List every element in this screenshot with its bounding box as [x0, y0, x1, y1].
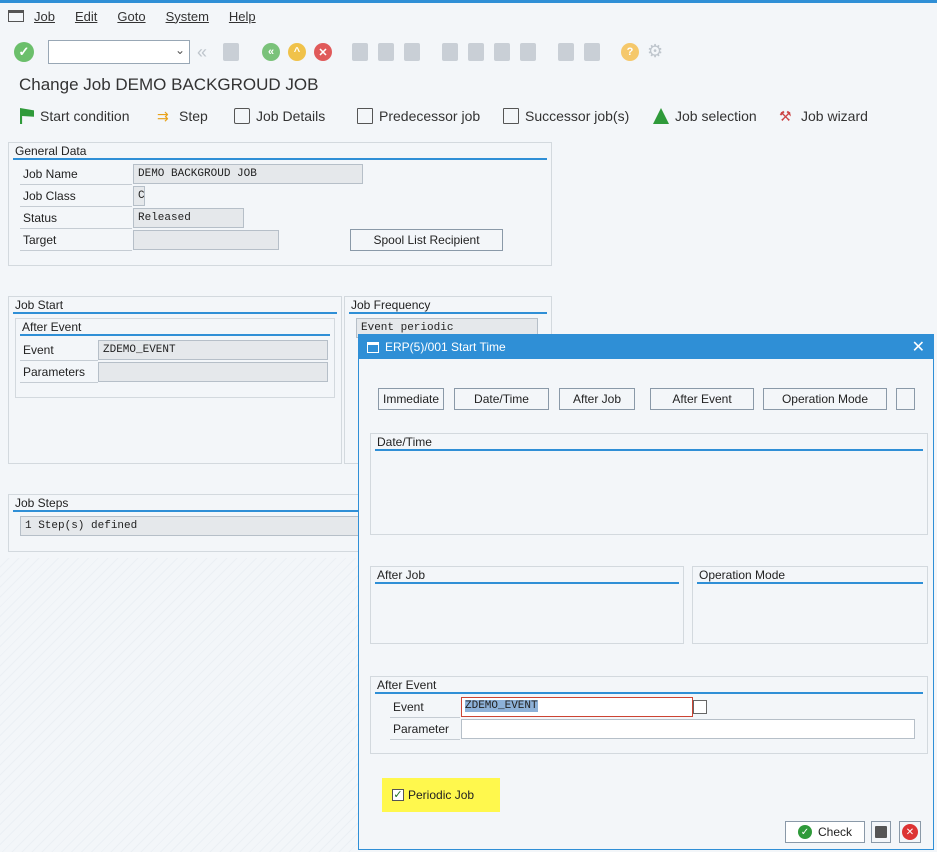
periodic-job-checkbox[interactable]: ✓: [392, 789, 404, 801]
job-name-label: Job Name: [20, 167, 132, 185]
after-event-header: After Event: [377, 678, 437, 692]
menu-goto[interactable]: Goto: [117, 9, 145, 24]
dialog-cancel-button[interactable]: ✕: [899, 821, 921, 843]
dialog-parameter-input[interactable]: [461, 719, 915, 739]
date-time-button[interactable]: Date/Time: [454, 388, 549, 410]
date-time-header: Date/Time: [377, 435, 432, 449]
details-icon: [234, 108, 250, 124]
start-condition-button[interactable]: Start condition: [20, 108, 130, 124]
save-icon: [875, 826, 887, 838]
dialog-parameter-label: Parameter: [390, 722, 460, 740]
after-event-subheader: After Event: [22, 320, 82, 334]
step-icon: ⇉: [157, 108, 169, 124]
parameters-label: Parameters: [20, 365, 98, 383]
event-label: Event: [20, 343, 98, 361]
job-selection-button[interactable]: Job selection: [653, 108, 757, 124]
after-event-button[interactable]: After Event: [650, 388, 754, 410]
job-wizard-button[interactable]: ⚒ Job wizard: [779, 108, 868, 124]
step-button[interactable]: ⇉ Step: [157, 108, 208, 124]
cancel-icon: ✕: [902, 824, 918, 840]
successor-jobs-button[interactable]: Successor job(s): [503, 108, 629, 124]
previous-page-icon[interactable]: [468, 43, 484, 61]
job-steps-field: 1 Step(s) defined: [20, 516, 368, 536]
job-details-button[interactable]: Job Details: [234, 108, 325, 124]
back-icon[interactable]: «: [262, 43, 280, 61]
wand-icon: ⚒: [779, 108, 792, 124]
operation-mode-button[interactable]: Operation Mode: [763, 388, 887, 410]
command-field[interactable]: ⌄: [48, 40, 190, 64]
spool-list-recipient-button[interactable]: Spool List Recipient: [350, 229, 503, 251]
first-page-icon[interactable]: [442, 43, 458, 61]
dialog-event-input[interactable]: ZDEMO_EVENT: [461, 697, 693, 717]
job-steps-header: Job Steps: [15, 496, 69, 510]
next-page-icon[interactable]: [494, 43, 510, 61]
window-icon: [367, 341, 379, 353]
dialog-title: ERP(5)/001 Start Time: [385, 340, 506, 354]
date-time-group: Date/Time: [370, 433, 928, 535]
flag-icon: [20, 108, 34, 124]
predecessor-job-button[interactable]: Predecessor job: [357, 108, 480, 124]
menu-bar: Job Edit Goto System Help: [0, 3, 937, 29]
cancel-icon[interactable]: ✕: [314, 43, 332, 61]
predecessor-icon: [357, 108, 373, 124]
settings-gear-icon[interactable]: ⚙: [647, 41, 663, 62]
enter-check-icon[interactable]: ✓: [14, 42, 34, 62]
parameters-field: [98, 362, 328, 382]
check-button[interactable]: ✓ Check: [785, 821, 865, 843]
target-field: [133, 230, 279, 250]
menu-help[interactable]: Help: [229, 9, 256, 24]
window-menu-icon[interactable]: [8, 10, 24, 22]
periodic-job-label: Periodic Job: [408, 788, 475, 802]
shortcut-icon[interactable]: [584, 43, 600, 61]
more-options-button[interactable]: [896, 388, 915, 410]
find-icon[interactable]: [378, 43, 394, 61]
dialog-save-button[interactable]: [871, 821, 891, 843]
help-icon[interactable]: ?: [621, 43, 639, 61]
after-job-group: After Job: [370, 566, 684, 644]
job-name-field: DEMO BACKGROUD JOB: [133, 164, 363, 184]
after-job-button[interactable]: After Job: [559, 388, 635, 410]
target-label: Target: [20, 233, 132, 251]
dialog-event-label: Event: [390, 700, 460, 718]
menu-system[interactable]: System: [166, 9, 209, 24]
close-icon[interactable]: ✕: [912, 337, 925, 357]
exit-icon[interactable]: ^: [288, 43, 306, 61]
dialog-title-bar: ERP(5)/001 Start Time ✕: [359, 335, 933, 359]
mountain-icon: [653, 108, 669, 124]
menu-job[interactable]: Job: [34, 9, 55, 24]
operation-mode-header: Operation Mode: [699, 568, 786, 582]
operation-mode-group: Operation Mode: [692, 566, 928, 644]
periodic-job-checkbox-area[interactable]: ✓ Periodic Job: [382, 778, 500, 812]
immediate-button[interactable]: Immediate: [378, 388, 444, 410]
save-icon[interactable]: [223, 43, 239, 61]
job-class-label: Job Class: [20, 189, 132, 207]
print-icon[interactable]: [352, 43, 368, 61]
general-data-header: General Data: [15, 144, 87, 158]
job-frequency-header: Job Frequency: [351, 298, 431, 312]
status-label: Status: [20, 211, 132, 229]
value-help-icon[interactable]: [693, 700, 707, 714]
background-pattern: [0, 558, 358, 852]
menu-edit[interactable]: Edit: [75, 9, 97, 24]
start-time-dialog: ERP(5)/001 Start Time ✕ Immediate Date/T…: [358, 334, 934, 850]
event-field: ZDEMO_EVENT: [98, 340, 328, 360]
chevron-down-icon[interactable]: ⌄: [175, 43, 185, 57]
job-class-field: C: [133, 186, 145, 206]
find-next-icon[interactable]: [404, 43, 420, 61]
after-job-header: After Job: [377, 568, 426, 582]
successor-icon: [503, 108, 519, 124]
status-field: Released: [133, 208, 244, 228]
job-start-header: Job Start: [15, 298, 64, 312]
page-title: Change Job DEMO BACKGROUD JOB: [19, 75, 319, 94]
check-icon: ✓: [797, 825, 812, 839]
create-session-icon[interactable]: [558, 43, 574, 61]
back-arrows-icon[interactable]: «: [197, 42, 207, 63]
last-page-icon[interactable]: [520, 43, 536, 61]
